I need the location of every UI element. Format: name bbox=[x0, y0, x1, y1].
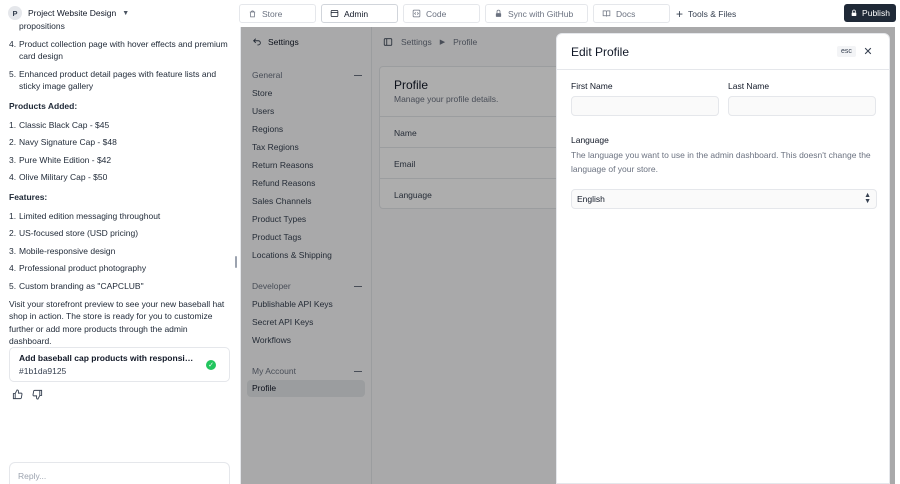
edit-profile-drawer: Edit Profile esc ✕ First Name Last Name … bbox=[556, 33, 890, 484]
closing-paragraph: Visit your storefront preview to see you… bbox=[9, 298, 225, 347]
publish-button[interactable]: Publish bbox=[844, 4, 896, 22]
list-item: 4. Professional product photography bbox=[9, 263, 147, 274]
list-item: 5. Custom branding as "CAPCLUB" bbox=[9, 280, 144, 291]
top-tab-bar: Store Admin Code Sync with GitHub Docs bbox=[239, 4, 670, 23]
close-icon[interactable]: ✕ bbox=[863, 45, 873, 58]
tab-store[interactable]: Store bbox=[239, 4, 316, 23]
list-item: 4. Product collection page with hover eff… bbox=[9, 38, 228, 62]
tab-code[interactable]: Code bbox=[403, 4, 480, 23]
last-name-field[interactable] bbox=[728, 96, 876, 116]
lock-icon bbox=[851, 9, 857, 16]
first-name-field[interactable] bbox=[571, 96, 719, 116]
list-item: 3. Mobile-responsive design bbox=[9, 245, 116, 256]
thumbs-down-icon[interactable] bbox=[32, 389, 43, 402]
book-icon bbox=[602, 10, 611, 17]
products-heading: Products Added: bbox=[9, 100, 78, 111]
language-select-value: English bbox=[577, 194, 605, 204]
list-item: 2. Navy Signature Cap - $48 bbox=[9, 137, 117, 148]
language-label: Language bbox=[571, 135, 609, 145]
assistant-message: propositions 4. Product collection page w… bbox=[9, 20, 231, 348]
lock-icon bbox=[495, 9, 502, 17]
thumbs-up-icon[interactable] bbox=[12, 389, 23, 402]
commit-title: Add baseball cap products with responsiv… bbox=[19, 353, 197, 363]
list-item: propositions bbox=[19, 21, 65, 31]
divider bbox=[557, 69, 889, 70]
check-circle-icon: ✓ bbox=[206, 360, 216, 370]
panel-resize-handle[interactable] bbox=[235, 256, 237, 268]
plus-icon: + bbox=[676, 6, 684, 21]
code-icon bbox=[412, 9, 421, 18]
tab-admin[interactable]: Admin bbox=[321, 4, 398, 23]
tab-sync-github[interactable]: Sync with GitHub bbox=[485, 4, 588, 23]
tab-docs[interactable]: Docs bbox=[593, 4, 670, 23]
project-selector[interactable]: P Project Website Design ▼ bbox=[8, 6, 129, 20]
list-item: 1. Limited edition messaging throughout bbox=[9, 210, 161, 221]
feedback-buttons bbox=[12, 389, 43, 402]
list-item: 5. Enhanced product detail pages with fea… bbox=[9, 68, 217, 92]
last-name-label: Last Name bbox=[728, 81, 770, 91]
project-avatar: P bbox=[8, 6, 22, 20]
list-item: 4. Olive Military Cap - $50 bbox=[9, 172, 108, 183]
store-icon bbox=[249, 10, 256, 18]
admin-icon bbox=[330, 10, 339, 17]
project-name: Project Website Design bbox=[28, 8, 117, 18]
language-help-text: The language you want to use in the admi… bbox=[571, 150, 871, 174]
features-heading: Features: bbox=[9, 191, 48, 202]
commit-card[interactable]: Add baseball cap products with responsiv… bbox=[9, 347, 230, 382]
reply-input[interactable]: Reply... bbox=[9, 462, 230, 484]
chevron-up-down-icon: ▲ ▼ bbox=[864, 192, 871, 205]
drawer-title: Edit Profile bbox=[571, 45, 630, 59]
first-name-label: First Name bbox=[571, 81, 613, 91]
tools-files-button[interactable]: + Tools & Files bbox=[676, 4, 736, 23]
list-item: 1. Classic Black Cap - $45 bbox=[9, 119, 110, 130]
chat-panel: P Project Website Design ▼ propositions … bbox=[0, 0, 238, 484]
list-item: 2. US-focused store (USD pricing) bbox=[9, 228, 139, 239]
chevron-down-icon: ▼ bbox=[122, 9, 130, 17]
language-select[interactable]: English ▲ ▼ bbox=[571, 189, 877, 209]
commit-hash: #1b1da9125 bbox=[19, 366, 67, 376]
esc-key-hint: esc bbox=[837, 46, 856, 57]
list-item: 3. Pure White Edition - $42 bbox=[9, 154, 112, 165]
